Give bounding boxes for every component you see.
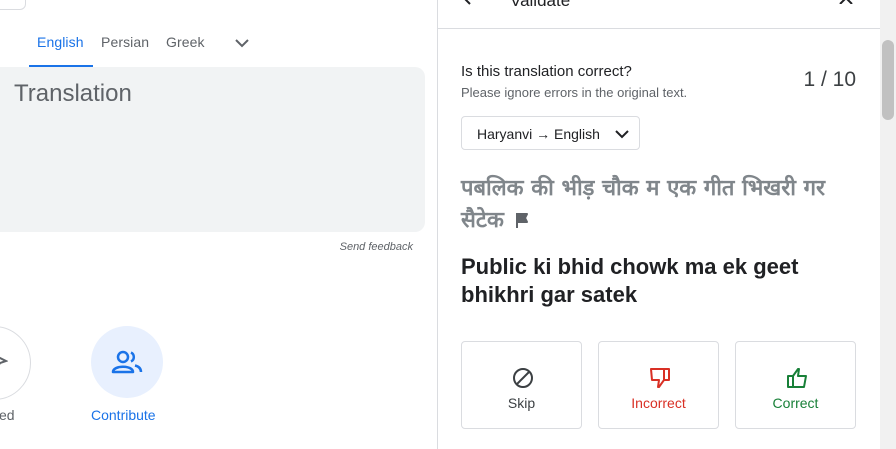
- language-pair-dropdown[interactable]: Haryanvi → English: [461, 116, 640, 150]
- thumbs-up-icon: [787, 368, 807, 388]
- scrollbar-thumb[interactable]: [882, 40, 894, 120]
- saved-label: ed: [0, 407, 15, 423]
- question-heading: Is this translation correct?: [461, 63, 632, 80]
- validate-panel: Validate Is this translation correct? Pl…: [438, 0, 880, 449]
- skip-label: Skip: [507, 395, 536, 411]
- correct-button[interactable]: Correct: [735, 341, 856, 429]
- back-arrow-icon[interactable]: [462, 0, 482, 6]
- tab-persian[interactable]: Persian: [101, 34, 149, 50]
- close-icon[interactable]: [838, 0, 854, 4]
- tab-greek[interactable]: Greek: [166, 34, 205, 50]
- incorrect-label: Incorrect: [631, 395, 686, 411]
- translate-panel: English Persian Greek Translation Send f…: [0, 0, 437, 449]
- chevron-down-icon: [615, 130, 629, 139]
- question-subtitle: Please ignore errors in the original tex…: [461, 85, 688, 100]
- flag-icon[interactable]: [514, 212, 530, 228]
- romanized-text: Public ki bhid chowk ma ek geet bhikhri …: [461, 254, 799, 307]
- skip-button[interactable]: Skip: [461, 341, 582, 429]
- contribute-label[interactable]: Contribute: [91, 407, 156, 423]
- skip-icon: [513, 368, 533, 388]
- panel-title: Validate: [510, 0, 571, 10]
- chevron-down-icon[interactable]: [233, 36, 251, 50]
- contribute-button[interactable]: [91, 326, 163, 398]
- tab-english[interactable]: English: [37, 34, 84, 50]
- language-tabs: English Persian Greek: [0, 20, 437, 67]
- header-divider: [438, 28, 880, 29]
- source-text-block: पबलिक की भीड़ चौक म एक गीत भिखरी गर सैटे…: [461, 173, 841, 237]
- top-button-partial[interactable]: [0, 0, 26, 10]
- send-feedback-link[interactable]: Send feedback: [340, 241, 413, 253]
- contribute-icon: [111, 350, 143, 374]
- progress-counter: 1 / 10: [803, 68, 856, 91]
- translation-placeholder: Translation: [14, 80, 132, 107]
- saved-button[interactable]: [0, 326, 31, 400]
- translation-output[interactable]: Translation: [0, 67, 425, 232]
- correct-label: Correct: [772, 395, 819, 411]
- language-pair-label: Haryanvi → English: [477, 126, 600, 142]
- star-icon: [0, 356, 8, 366]
- thumbs-down-icon: [650, 368, 670, 388]
- incorrect-button[interactable]: Incorrect: [598, 341, 719, 429]
